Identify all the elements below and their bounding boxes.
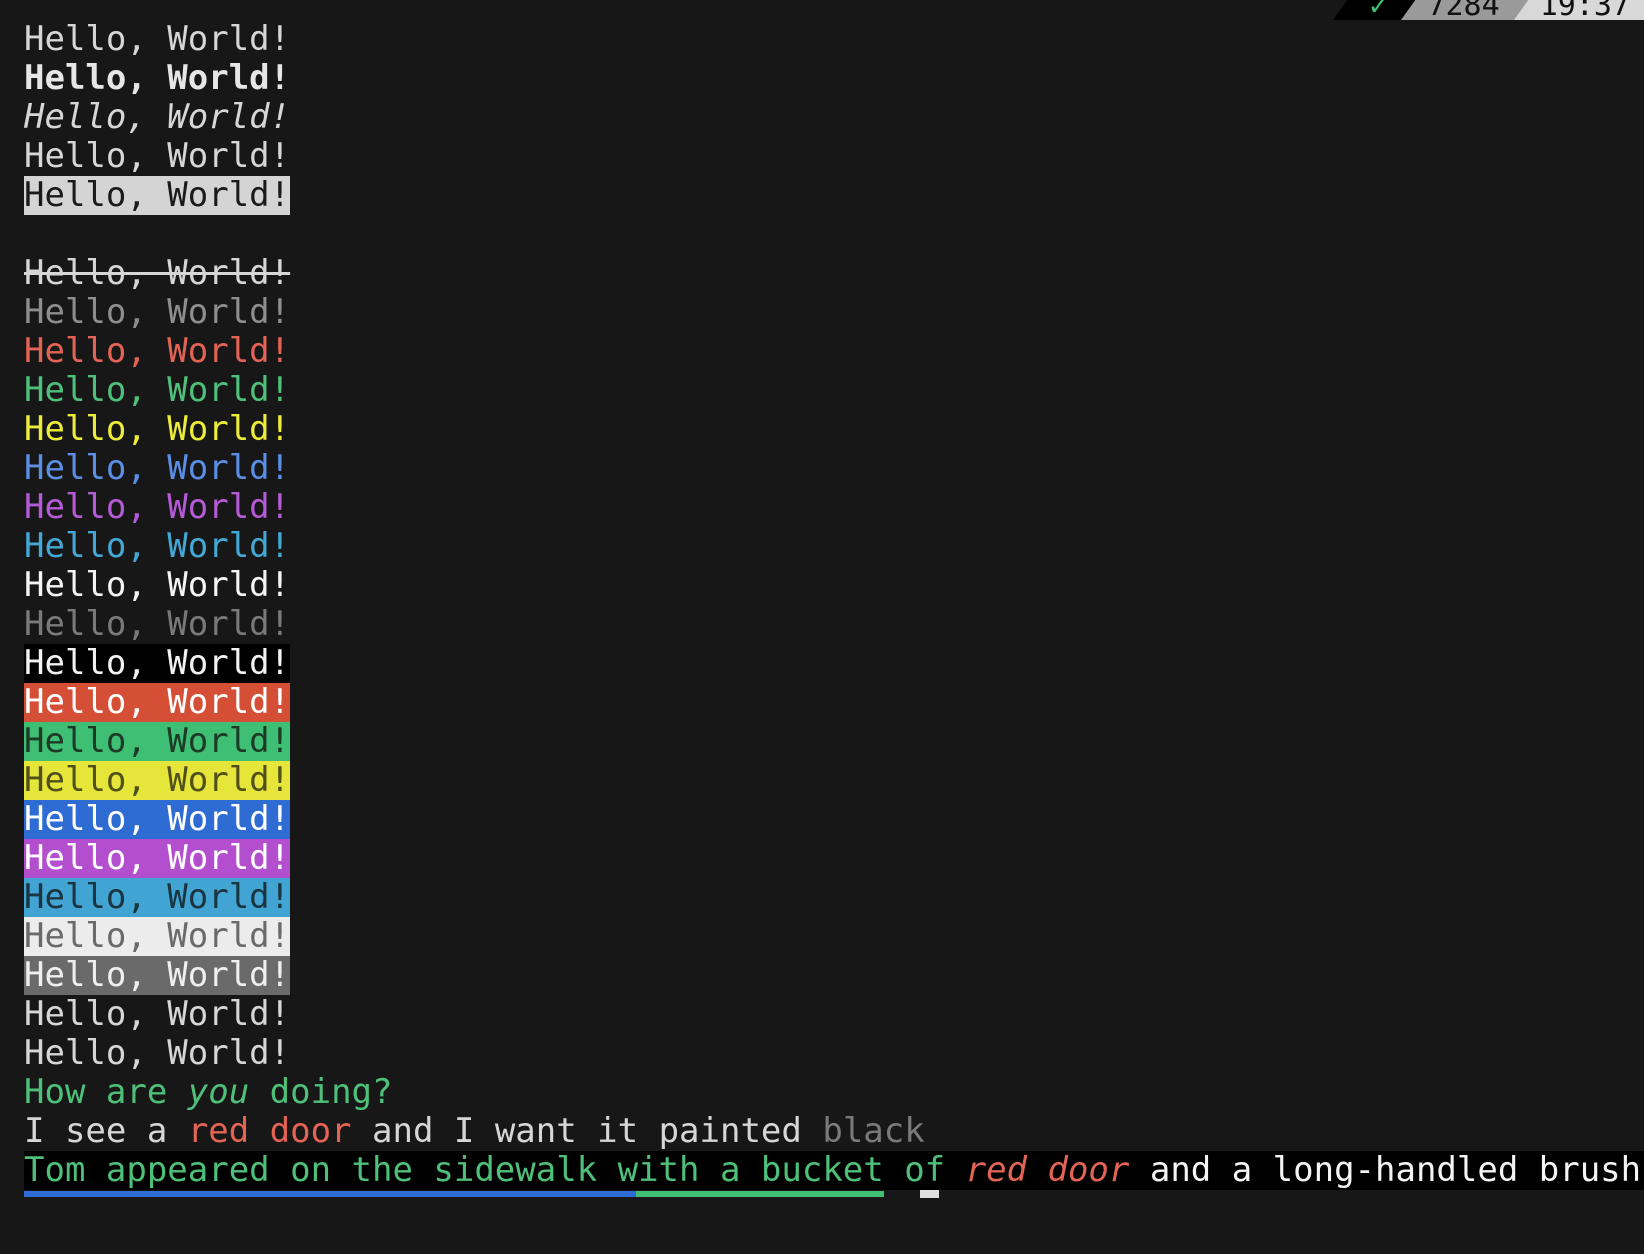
output-line-plain-3: Hello, World! <box>24 1033 291 1073</box>
terminal-window[interactable]: ✓ 7284 19:37 Hello, World! Hello, World!… <box>0 0 1644 1254</box>
output-line-reverse: Hello, World! <box>24 175 291 215</box>
output-line-bg-yellow: Hello, World! <box>24 760 291 800</box>
output-line-fg-green: Hello, World! <box>24 370 291 410</box>
output-line-italic: Hello, World! <box>24 97 291 137</box>
output-line-bg-gray: Hello, World! <box>24 955 291 995</box>
output-line-red-door: I see a red door and I want it painted b… <box>24 1111 925 1151</box>
output-line-bg-green: Hello, World! <box>24 721 291 761</box>
output-line-normal: Hello, World! <box>24 19 291 59</box>
output-line-strike: Hello, World! <box>24 253 291 293</box>
output-line-fg-white: Hello, World! <box>24 565 291 605</box>
output-line-fg-dim: Hello, World! <box>24 604 291 644</box>
output-line-bg-red: Hello, World! <box>24 682 291 722</box>
output-line-tom: Tom appeared on the sidewalk with a buck… <box>24 1151 1644 1190</box>
history-count: 7284 <box>1401 0 1514 21</box>
status-check-icon: ✓ <box>1333 0 1402 21</box>
clock-time: 19:37 <box>1513 0 1644 21</box>
output-line-bg-white: Hello, World! <box>24 916 291 956</box>
output-line-tom-block: Tom appeared on the sidewalk with a buck… <box>24 1151 1644 1190</box>
text-cursor <box>920 1190 939 1198</box>
output-line-fg-purple: Hello, World! <box>24 487 291 527</box>
output-line-bg-blue: Hello, World! <box>24 799 291 839</box>
output-line-bold: Hello, World! <box>24 58 291 98</box>
progress-segment-blue <box>24 1191 636 1197</box>
progress-segment-green <box>636 1191 884 1197</box>
output-line-fg-gray: Hello, World! <box>24 292 291 332</box>
output-line-fg-red: Hello, World! <box>24 331 291 371</box>
output-line-bg-purple: Hello, World! <box>24 838 291 878</box>
output-line-plain: Hello, World! <box>24 136 291 176</box>
output-line-blank <box>24 215 1644 254</box>
progress-segment-rest <box>884 1191 1550 1197</box>
terminal-output: Hello, World! Hello, World! Hello, World… <box>24 20 1644 1190</box>
output-line-how-are-you: How are you doing? <box>24 1072 393 1112</box>
output-line-fg-blue: Hello, World! <box>24 448 291 488</box>
output-line-plain-2: Hello, World! <box>24 994 291 1034</box>
status-segments: ✓ 7284 19:37 <box>1333 0 1644 21</box>
output-line-fg-cyan: Hello, World! <box>24 526 291 566</box>
output-line-bg-cyan: Hello, World! <box>24 877 291 917</box>
output-line-fg-yellow: Hello, World! <box>24 409 291 449</box>
output-line-bg-black: Hello, World! <box>24 643 291 683</box>
bottom-progress-bar <box>24 1191 1550 1197</box>
